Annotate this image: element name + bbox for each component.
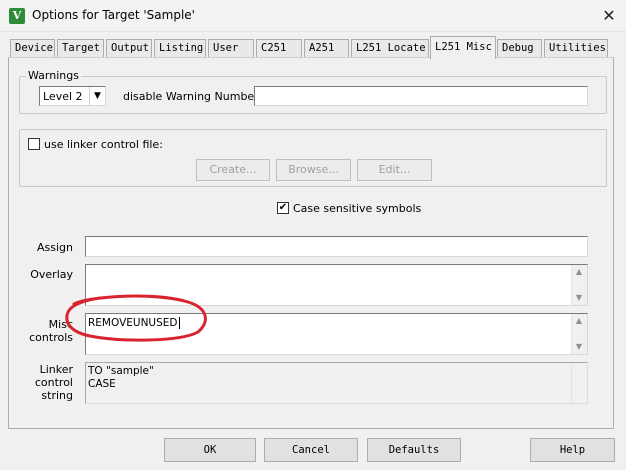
- assign-label: Assign: [37, 241, 73, 254]
- linker-control-string-line: CASE: [88, 378, 116, 390]
- case-sensitive-label: Case sensitive symbols: [293, 202, 422, 215]
- tab-utilities[interactable]: Utilities: [544, 39, 608, 58]
- tab-l251-locate[interactable]: L251 Locate: [351, 39, 429, 58]
- scroll-up-icon[interactable]: ▲: [572, 267, 586, 276]
- checkmark-icon: ✔: [278, 202, 288, 213]
- overlay-scrollbar[interactable]: ▲ ▼: [571, 265, 587, 305]
- close-icon[interactable]: ✕: [596, 4, 622, 28]
- assign-input[interactable]: [85, 236, 588, 257]
- title-bar: V Options for Target 'Sample' ✕: [0, 0, 626, 32]
- linker-control-string-label-line3: string: [41, 389, 73, 402]
- disable-warning-numbers-input[interactable]: [254, 86, 588, 106]
- misc-controls-label-line2: controls: [29, 331, 73, 344]
- tab-c251[interactable]: C251: [256, 39, 302, 58]
- misc-controls-scrollbar[interactable]: ▲ ▼: [571, 314, 587, 354]
- disable-warning-numbers-label: disable Warning Numbers:: [123, 90, 269, 103]
- tab-l251-misc[interactable]: L251 Misc: [430, 36, 496, 59]
- linker-control-string-label-line1: Linker: [39, 363, 73, 376]
- linker-control-string-line: TO "sample": [88, 365, 154, 377]
- warnings-group-label: Warnings: [26, 69, 81, 82]
- cancel-button[interactable]: Cancel: [264, 438, 358, 462]
- tab-debug[interactable]: Debug: [497, 39, 542, 58]
- linker-control-string-label-line2: control: [34, 376, 73, 389]
- misc-controls-value: REMOVEUNUSED: [88, 317, 180, 329]
- overlay-label: Overlay: [30, 268, 73, 281]
- linker-control-string-scrollbar: [571, 363, 587, 403]
- help-button[interactable]: Help: [530, 438, 615, 462]
- warning-level-select[interactable]: Level 2 ▼: [39, 86, 106, 106]
- app-logo-icon: V: [9, 8, 25, 24]
- overlay-input[interactable]: ▲ ▼: [85, 264, 588, 306]
- scroll-down-icon[interactable]: ▼: [572, 342, 586, 351]
- tab-user[interactable]: User: [208, 39, 254, 58]
- tab-output[interactable]: Output: [106, 39, 152, 58]
- chevron-down-icon[interactable]: ▼: [89, 87, 105, 105]
- tab-listing[interactable]: Listing: [154, 39, 206, 58]
- use-linker-control-file-label: use linker control file:: [44, 138, 163, 151]
- browse-button[interactable]: Browse...: [276, 159, 351, 181]
- misc-controls-input[interactable]: REMOVEUNUSED ▲ ▼: [85, 313, 588, 355]
- warning-level-value: Level 2: [43, 90, 83, 103]
- defaults-button[interactable]: Defaults: [367, 438, 461, 462]
- case-sensitive-checkbox[interactable]: ✔: [277, 202, 289, 214]
- scroll-down-icon[interactable]: ▼: [572, 293, 586, 302]
- linker-control-string-box: TO "sample" CASE: [85, 362, 588, 404]
- ok-button[interactable]: OK: [164, 438, 256, 462]
- misc-controls-label-line1: Misc: [48, 318, 73, 331]
- tab-target[interactable]: Target: [57, 39, 104, 58]
- use-linker-control-file-checkbox[interactable]: [28, 138, 40, 150]
- window-title: Options for Target 'Sample': [32, 8, 195, 22]
- edit-button[interactable]: Edit...: [357, 159, 432, 181]
- tab-a251[interactable]: A251: [304, 39, 349, 58]
- tab-device[interactable]: Device: [10, 39, 55, 58]
- scroll-up-icon[interactable]: ▲: [572, 316, 586, 325]
- create-button[interactable]: Create...: [196, 159, 270, 181]
